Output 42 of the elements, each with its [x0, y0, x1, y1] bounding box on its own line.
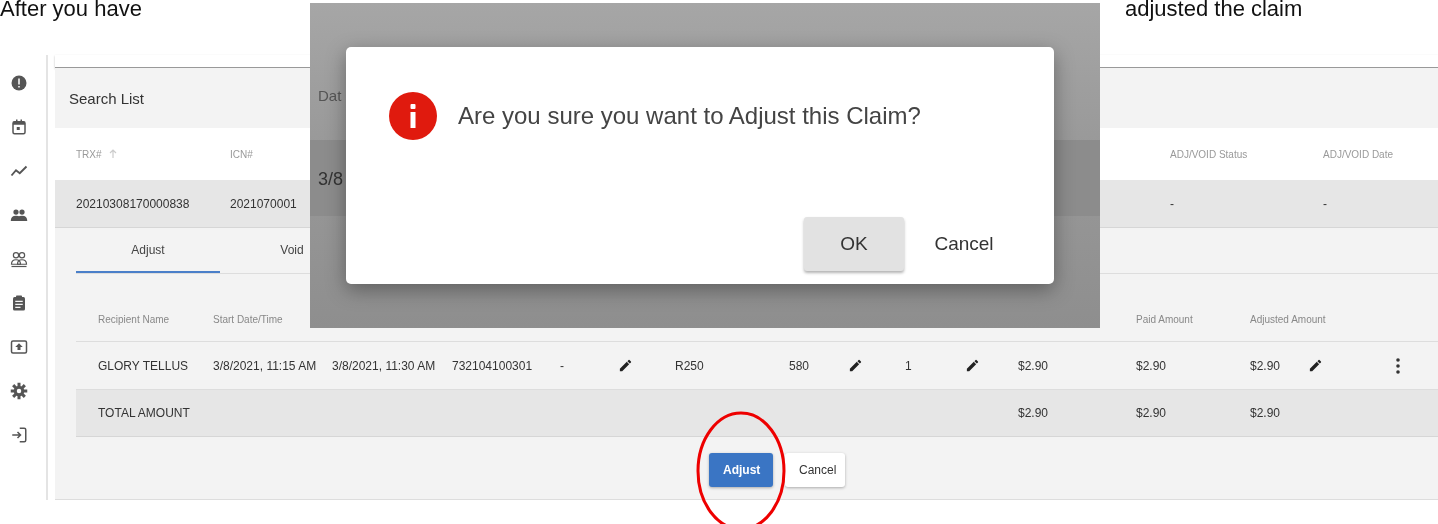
- cancel-button[interactable]: Cancel: [785, 453, 845, 487]
- table-cell-text: $2.90: [1250, 358, 1282, 373]
- edit-icon[interactable]: [618, 358, 633, 373]
- table-cell-text: $2.90: [1018, 406, 1050, 420]
- settings-icon[interactable]: [10, 380, 28, 402]
- table-cell-text: 3/8/2021, 11:30 AM: [332, 358, 437, 373]
- column-header: Adjusted Amount: [1250, 314, 1326, 325]
- table-cell-text: -: [560, 358, 565, 373]
- caption-text: adjusted the claim: [1125, 0, 1303, 22]
- tab[interactable]: Adjust: [76, 228, 220, 273]
- background-text: 3/8: [318, 169, 344, 190]
- edit-icon[interactable]: [848, 358, 863, 373]
- table-cell-text: 732104100301: [452, 358, 534, 373]
- column-header: Start Date/Time: [213, 314, 283, 325]
- table-cell-text: R250: [675, 358, 705, 373]
- adjust-button[interactable]: Adjust: [709, 453, 773, 487]
- table-cell-text: 2021070001: [230, 196, 298, 211]
- more-menu-icon[interactable]: [1396, 357, 1400, 374]
- table-cell-text: $2.90: [1136, 406, 1168, 420]
- table-cell-text: $2.90: [1018, 358, 1050, 373]
- table-cell-text: $2.90: [1250, 406, 1282, 420]
- table-cell-text: GLORY TELLUS: [98, 358, 190, 373]
- column-header: Recipient Name: [98, 314, 170, 325]
- info-icon: [389, 92, 437, 140]
- ok-button[interactable]: OK: [804, 217, 904, 271]
- table-cell-text: 1: [905, 358, 913, 373]
- cancel-button[interactable]: Cancel: [914, 217, 1014, 271]
- table-cell-text: 580: [789, 358, 811, 373]
- table-cell-text: 20210308170000838: [76, 196, 191, 211]
- edit-icon[interactable]: [965, 358, 980, 373]
- table-cell-text: $2.90: [1136, 358, 1168, 373]
- column-header: Paid Amount: [1136, 314, 1193, 325]
- panel-title: Search List: [69, 89, 145, 107]
- edit-icon[interactable]: [1308, 358, 1323, 373]
- table-cell-text: 3/8/2021, 11:15 AM: [213, 358, 318, 373]
- total-label: TOTAL AMOUNT: [98, 406, 191, 420]
- table-cell-text: -: [1170, 196, 1175, 211]
- dialog-message: Are you sure you want to Adjust this Claim?: [458, 102, 921, 130]
- background-text: Dat: [318, 87, 342, 104]
- caption-text: After you have: [0, 0, 142, 22]
- tab[interactable]: Void: [220, 228, 364, 273]
- table-cell-text: -: [1323, 196, 1328, 211]
